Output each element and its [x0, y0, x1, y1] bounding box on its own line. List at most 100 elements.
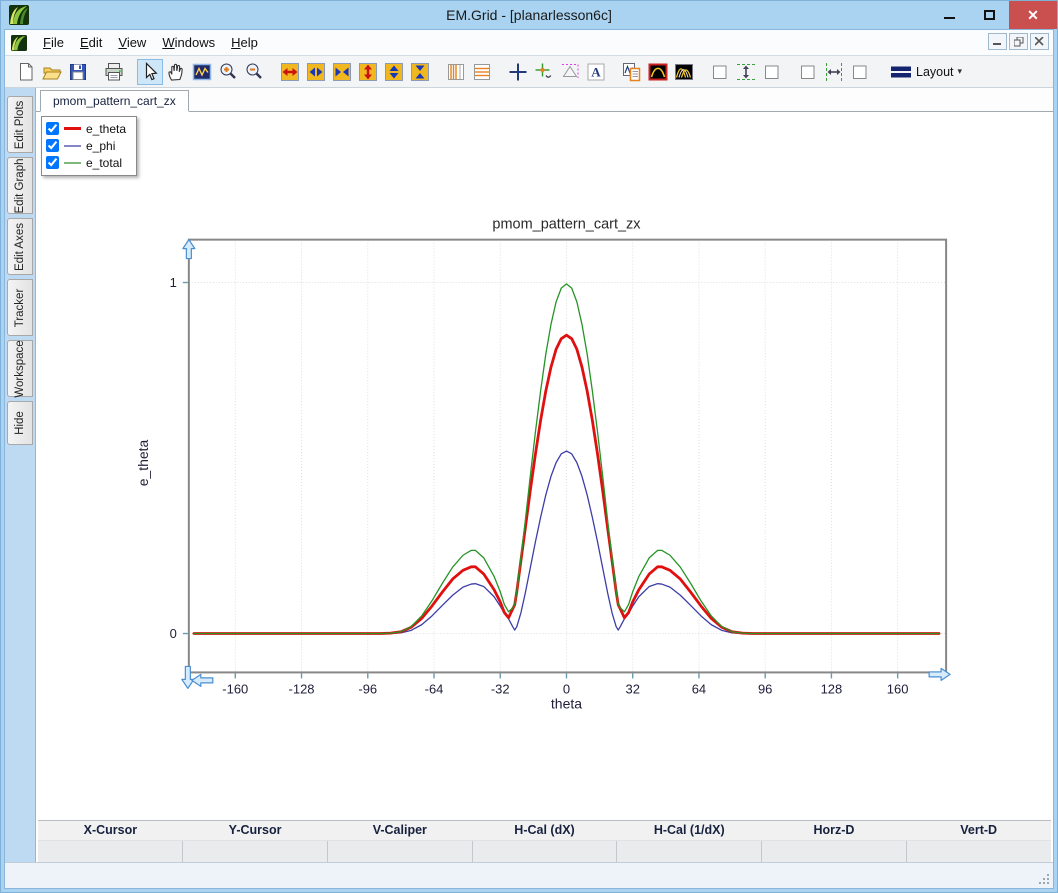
- cursor-readout-table: X-Cursor Y-Cursor V-Caliper H-Cal (dX) H-Cal…: [38, 820, 1052, 862]
- print-button[interactable]: [101, 59, 127, 85]
- sidebar-tab-workspace[interactable]: Workspace: [7, 340, 33, 397]
- sidebar-tab-edit-graph[interactable]: Edit Graph: [7, 157, 33, 214]
- menu-edit[interactable]: Edit: [72, 32, 110, 53]
- shrink-horizontal-icon: [333, 62, 351, 81]
- mdi-minimize-button[interactable]: [988, 33, 1007, 50]
- sync-box-d-icon: [853, 65, 867, 79]
- menu-help[interactable]: Help: [223, 32, 266, 53]
- save-icon: [70, 63, 86, 80]
- shrink-vertical-icon: [411, 62, 429, 81]
- app-window: EM.Grid - [planarlesson6c] ✕ File Edit Vie…: [0, 0, 1058, 893]
- horizontal-gridlines-button[interactable]: [469, 59, 495, 85]
- sync-horizontal-button[interactable]: [821, 59, 847, 85]
- plot-region: -160 -128 -96 -64 -32 0 32 64 96 128 160 0 1 pmom_pat…: [36, 112, 1053, 820]
- select-arrow-button[interactable]: [137, 58, 163, 85]
- sync-box-b-icon: [765, 65, 779, 79]
- mdi-restore-icon: [1013, 36, 1023, 46]
- sync-box-b-button[interactable]: [759, 59, 785, 85]
- sync-box-c-icon: [801, 65, 815, 79]
- menu-view[interactable]: View: [110, 32, 154, 53]
- layout-menu-button[interactable]: Layout ▾: [883, 59, 969, 85]
- maximize-button[interactable]: [969, 1, 1009, 29]
- resize-grip[interactable]: [1038, 873, 1050, 885]
- new-file-button[interactable]: [13, 59, 39, 85]
- open-file-button[interactable]: [39, 59, 65, 85]
- sync-vertical-button[interactable]: [733, 59, 759, 85]
- expand-vertical-button[interactable]: [381, 59, 407, 85]
- shrink-vertical-button[interactable]: [407, 59, 433, 85]
- legend-box: e_theta e_phi e_total: [41, 116, 138, 176]
- tracker-cursor-button[interactable]: [531, 59, 557, 85]
- axis-pan-down-icon[interactable]: [181, 665, 195, 689]
- readout-value: [761, 841, 907, 862]
- caliper-button[interactable]: [557, 59, 583, 85]
- sidebar: Edit Plots Edit Graph Edit Axes Tracker Work…: [5, 88, 35, 862]
- vertical-gridlines-icon: [448, 63, 464, 80]
- pan-hand-button[interactable]: [163, 59, 189, 85]
- app-logo-icon-small: [11, 34, 27, 51]
- expand-horizontal-button[interactable]: [303, 59, 329, 85]
- zoom-window-button[interactable]: [189, 59, 215, 85]
- document-tab[interactable]: pmom_pattern_cart_zx: [40, 90, 189, 112]
- close-button[interactable]: ✕: [1009, 1, 1057, 29]
- sync-box-c-button[interactable]: [795, 59, 821, 85]
- plot-canvas[interactable]: -160 -128 -96 -64 -32 0 32 64 96 128 160 0 1 pmom_pat…: [36, 112, 1053, 820]
- sync-horizontal-icon: [826, 62, 842, 81]
- sync-box-a-button[interactable]: [707, 59, 733, 85]
- legend-checkbox-e_theta[interactable]: [46, 122, 59, 135]
- sync-vertical-icon: [737, 63, 755, 80]
- sidebar-tab-label: Edit Plots: [14, 100, 26, 149]
- readout-header: Y-Cursor: [228, 823, 282, 837]
- sidebar-tab-edit-plots[interactable]: Edit Plots: [7, 96, 33, 153]
- graph-style-multi-button[interactable]: [671, 59, 697, 85]
- mdi-close-button[interactable]: [1030, 33, 1049, 50]
- stretch-horizontal-icon: [281, 62, 299, 81]
- y-tick-label: 1: [170, 275, 177, 290]
- graph-style-single-button[interactable]: [645, 59, 671, 85]
- sidebar-tab-hide[interactable]: Hide: [7, 401, 33, 445]
- legend-checkbox-e_phi[interactable]: [46, 139, 59, 152]
- chart-title: pmom_pattern_cart_zx: [492, 217, 641, 233]
- zoom-in-button[interactable]: [215, 59, 241, 85]
- readout-value: [181, 841, 327, 862]
- horizontal-gridlines-icon: [474, 63, 490, 80]
- mdi-window-controls: [988, 33, 1049, 50]
- minimize-button[interactable]: [929, 1, 969, 29]
- stretch-vertical-button[interactable]: [355, 59, 381, 85]
- legend-checkbox-e_total[interactable]: [46, 156, 59, 169]
- sync-box-d-button[interactable]: [847, 59, 873, 85]
- zoom-out-button[interactable]: [241, 59, 267, 85]
- plot-properties-button[interactable]: [619, 59, 645, 85]
- document-area: pmom_pattern_cart_zx -160 -128 -96 -64 -32 0 3…: [35, 88, 1053, 862]
- menu-bar: File Edit View Windows Help: [5, 30, 1053, 56]
- open-file-icon: [42, 67, 62, 79]
- save-button[interactable]: [65, 59, 91, 85]
- mdi-restore-button[interactable]: [1009, 33, 1028, 50]
- sidebar-tab-edit-axes[interactable]: Edit Axes: [7, 218, 33, 275]
- shrink-horizontal-button[interactable]: [329, 59, 355, 85]
- stretch-horizontal-button[interactable]: [277, 59, 303, 85]
- sidebar-tab-tracker[interactable]: Tracker: [7, 279, 33, 336]
- readout-value: [326, 841, 472, 862]
- crosshair-cursor-button[interactable]: [505, 59, 531, 85]
- vertical-gridlines-button[interactable]: [443, 59, 469, 85]
- axis-pan-left-icon[interactable]: [191, 673, 214, 687]
- select-arrow-icon: [145, 61, 158, 80]
- chevron-down-icon: ▾: [957, 66, 963, 76]
- status-bar: [5, 862, 1053, 888]
- axis-pan-up-icon[interactable]: [182, 239, 196, 260]
- y-tick-label: 0: [170, 626, 177, 641]
- menu-file[interactable]: File: [35, 32, 72, 53]
- sidebar-tab-label: Edit Graph: [14, 158, 26, 213]
- x-tick-label: 160: [887, 681, 909, 696]
- menu-windows[interactable]: Windows: [154, 32, 223, 53]
- caliper-icon: [562, 63, 579, 78]
- mdi-close-icon: [1035, 37, 1044, 46]
- text-annotation-button[interactable]: A: [583, 59, 609, 85]
- x-tick-label: -96: [358, 681, 377, 696]
- legend-item-e_phi: e_phi: [46, 137, 126, 154]
- y-axis-label: e_theta: [135, 439, 151, 486]
- series-e_theta: [192, 333, 941, 635]
- x-axis-label: theta: [551, 695, 582, 711]
- mdi-minimize-icon: [993, 43, 1001, 45]
